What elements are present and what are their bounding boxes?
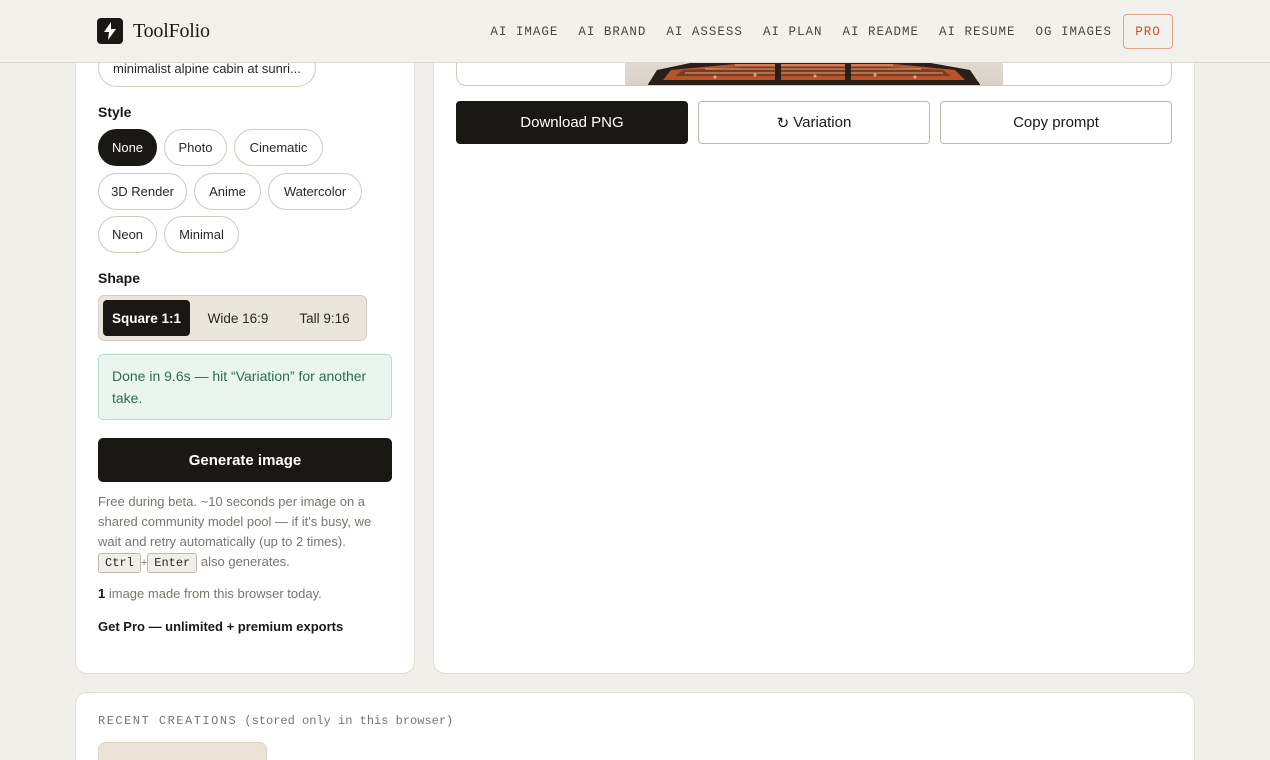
usage-count: 1 [98, 586, 106, 601]
help-text: Free during beta. ~10 seconds per image … [98, 492, 392, 573]
brand[interactable]: ToolFolio [97, 18, 210, 44]
shortcut-suffix: also generates. [200, 554, 290, 569]
shape-label: Shape [98, 270, 141, 286]
generate-image-button[interactable]: Generate image [98, 438, 392, 482]
style-option-3d-render[interactable]: 3D Render [98, 173, 187, 210]
recent-note: (stored only in this browser) [244, 714, 454, 728]
nav-link-ai-brand[interactable]: AI BRAND [578, 25, 646, 39]
help-description: Free during beta. ~10 seconds per image … [98, 494, 372, 549]
nav-link-ai-assess[interactable]: AI ASSESS [666, 25, 743, 39]
copy-prompt-button[interactable]: Copy prompt [940, 101, 1172, 144]
main-nav: AI IMAGE AI BRAND AI ASSESS AI PLAN AI R… [490, 14, 1173, 49]
usage-text: image made from this browser today. [108, 586, 322, 601]
refresh-icon: ↻ [776, 114, 790, 132]
nav-link-ai-plan[interactable]: AI PLAN [763, 25, 823, 39]
brand-name: ToolFolio [133, 19, 210, 42]
recent-thumbnail[interactable] [98, 742, 267, 760]
style-option-minimal[interactable]: Minimal [164, 216, 239, 253]
enter-key: Enter [147, 553, 198, 573]
style-option-anime[interactable]: Anime [194, 173, 261, 210]
style-option-watercolor[interactable]: Watercolor [268, 173, 362, 210]
variation-button[interactable]: ↻ Variation [698, 101, 930, 144]
pro-button[interactable]: PRO [1123, 14, 1173, 49]
nav-link-ai-image[interactable]: AI IMAGE [490, 25, 558, 39]
variation-label: Variation [793, 114, 852, 131]
nav-link-ai-resume[interactable]: AI RESUME [939, 25, 1016, 39]
nav-link-ai-readme[interactable]: AI README [842, 25, 919, 39]
shape-option-wide[interactable]: Wide 16:9 [194, 300, 282, 336]
recent-title: RECENT CREATIONS [98, 714, 238, 728]
top-navigation-bar: ToolFolio AI IMAGE AI BRAND AI ASSESS AI… [0, 0, 1270, 63]
download-png-button[interactable]: Download PNG [456, 101, 688, 144]
style-option-photo[interactable]: Photo [164, 129, 227, 166]
style-option-none[interactable]: None [98, 129, 157, 166]
lightning-bolt-icon [97, 18, 123, 44]
status-message: Done in 9.6s — hit “Variation” for anoth… [98, 354, 392, 420]
nav-link-og-images[interactable]: OG IMAGES [1035, 25, 1112, 39]
recent-creations-heading: RECENT CREATIONS (stored only in this br… [98, 714, 453, 728]
usage-counter: 1 image made from this browser today. [98, 586, 322, 601]
shape-selector: Square 1:1 Wide 16:9 Tall 9:16 [98, 295, 367, 341]
shape-option-square[interactable]: Square 1:1 [103, 300, 190, 336]
style-label: Style [98, 104, 132, 120]
ctrl-key: Ctrl [98, 553, 141, 573]
shape-option-tall[interactable]: Tall 9:16 [286, 300, 363, 336]
style-option-cinematic[interactable]: Cinematic [234, 129, 323, 166]
style-option-neon[interactable]: Neon [98, 216, 157, 253]
get-pro-link[interactable]: Get Pro — unlimited + premium exports [98, 619, 343, 634]
